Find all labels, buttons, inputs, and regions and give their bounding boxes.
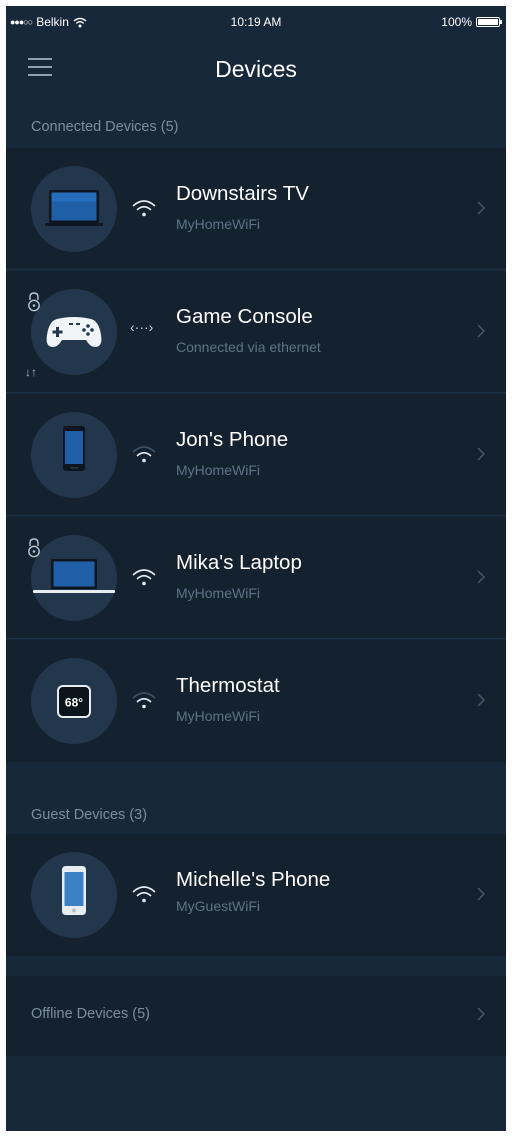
row-divider bbox=[6, 392, 506, 393]
wifi-strong-icon bbox=[132, 200, 156, 217]
device-avatar bbox=[31, 852, 117, 938]
phone-icon bbox=[62, 866, 86, 915]
device-avatar bbox=[31, 535, 117, 621]
wifi-strong-icon bbox=[132, 886, 156, 903]
thermostat-display: 68° bbox=[65, 696, 83, 710]
laptop-icon bbox=[33, 559, 115, 593]
tv-icon bbox=[45, 190, 103, 226]
row-divider bbox=[6, 638, 506, 639]
chevron-right-icon[interactable] bbox=[476, 446, 486, 462]
offline-devices-label: Offline Devices (5) bbox=[31, 1006, 150, 1022]
status-time: 10:19 AM bbox=[230, 15, 282, 29]
wifi-weak-icon bbox=[132, 446, 156, 463]
nav-bar: Devices bbox=[6, 40, 506, 100]
wifi-weak-icon bbox=[132, 692, 156, 709]
device-name: Mika's Laptop bbox=[176, 551, 302, 574]
wifi-strong-icon bbox=[132, 569, 156, 586]
battery-percent: 100% bbox=[441, 15, 472, 29]
device-row-game-console[interactable]: ↓↑ ‹···› Game Console Connected via ethe… bbox=[6, 271, 506, 393]
thermostat-icon: 68° bbox=[57, 685, 91, 718]
lock-icon bbox=[28, 538, 40, 558]
row-divider bbox=[6, 269, 506, 270]
device-avatar bbox=[31, 166, 117, 252]
device-avatar: 68° bbox=[31, 658, 117, 744]
ethernet-icon: ‹···› bbox=[130, 319, 154, 335]
device-network: MyHomeWiFi bbox=[176, 708, 260, 724]
chevron-right-icon[interactable] bbox=[476, 200, 486, 216]
guest-devices-header: Guest Devices (3) bbox=[31, 807, 148, 823]
phone-icon bbox=[63, 426, 85, 471]
page-title: Devices bbox=[215, 56, 297, 82]
device-row-jons-phone[interactable]: Jon's Phone MyHomeWiFi bbox=[6, 394, 506, 516]
device-name: Michelle's Phone bbox=[176, 868, 331, 891]
chevron-right-icon[interactable] bbox=[476, 1006, 486, 1022]
device-name: Jon's Phone bbox=[176, 428, 289, 451]
battery-tip bbox=[500, 20, 502, 24]
device-avatar bbox=[31, 412, 117, 498]
chevron-right-icon[interactable] bbox=[476, 886, 486, 902]
transfer-arrows-icon: ↓↑ bbox=[25, 365, 37, 379]
chevron-right-icon[interactable] bbox=[476, 323, 486, 339]
device-network: MyHomeWiFi bbox=[176, 216, 260, 232]
device-network: MyGuestWiFi bbox=[176, 898, 260, 914]
lock-icon bbox=[28, 292, 40, 312]
status-bar: ●●●○○ Belkin 10:19 AM 100% bbox=[6, 6, 506, 40]
game-controller-icon bbox=[46, 317, 102, 347]
device-name: Downstairs TV bbox=[176, 182, 309, 205]
offline-devices-row[interactable]: Offline Devices (5) bbox=[6, 976, 506, 1056]
device-avatar bbox=[31, 289, 117, 375]
connected-devices-header: Connected Devices (5) bbox=[31, 119, 179, 135]
device-row-michelles-phone[interactable]: Michelle's Phone MyGuestWiFi bbox=[6, 834, 506, 956]
device-row-downstairs-tv[interactable]: Downstairs TV MyHomeWiFi bbox=[6, 148, 506, 270]
chevron-right-icon[interactable] bbox=[476, 569, 486, 585]
device-name: Game Console bbox=[176, 305, 313, 328]
battery-fill bbox=[478, 19, 498, 25]
chevron-right-icon[interactable] bbox=[476, 692, 486, 708]
device-name: Thermostat bbox=[176, 674, 280, 697]
device-connection-note: Connected via ethernet bbox=[176, 339, 321, 355]
device-network: MyHomeWiFi bbox=[176, 462, 260, 478]
row-divider bbox=[6, 515, 506, 516]
status-right: 100% bbox=[441, 15, 502, 29]
device-network: MyHomeWiFi bbox=[176, 585, 260, 601]
device-row-thermostat[interactable]: 68° Thermostat MyHomeWiFi bbox=[6, 640, 506, 762]
device-row-mikas-laptop[interactable]: Mika's Laptop MyHomeWiFi bbox=[6, 517, 506, 639]
app-screen: ●●●○○ Belkin 10:19 AM 100% Devices Conne… bbox=[6, 6, 506, 1131]
battery-icon bbox=[476, 17, 502, 27]
